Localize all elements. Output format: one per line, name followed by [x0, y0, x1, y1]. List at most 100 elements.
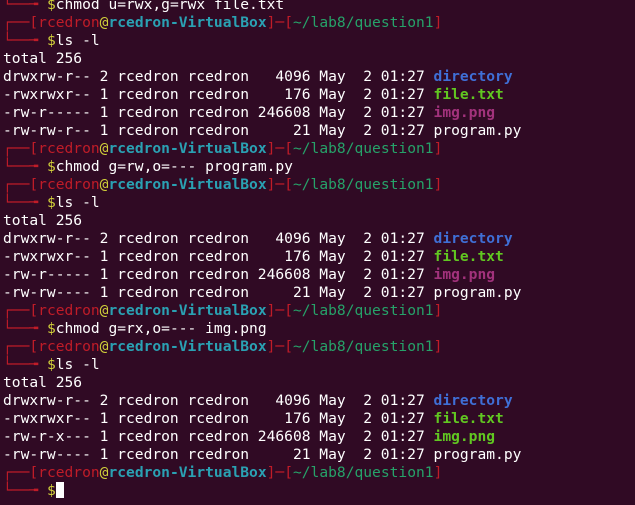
ls-row: drwxrw-r-- 2 rcedron rcedron 4096 May 2 … — [3, 68, 635, 86]
ls-total-line: total 256 — [3, 212, 635, 230]
prompt-command-line: └──╼ $chmod g=rw,o=--- program.py — [3, 158, 635, 176]
ls-file-name: directory — [433, 230, 513, 247]
prompt-dollar: $ — [46, 0, 56, 13]
prompt-bracket: ]─[ — [266, 338, 293, 355]
ls-row: -rwxrwxr-- 1 rcedron rcedron 176 May 2 0… — [3, 86, 635, 104]
prompt-arrow: └──╼ — [3, 356, 47, 373]
ls-file-name: img.png — [433, 428, 496, 445]
ls-file-name: program.py — [433, 446, 522, 463]
ls-file-name: file.txt — [433, 248, 504, 265]
command-text: ls -l — [55, 32, 100, 49]
command-text: chmod u=rwx,g=rwx file.txt — [55, 0, 285, 13]
prompt-command-line: └──╼ $chmod g=rx,o=--- img.png — [3, 320, 635, 338]
prompt-dollar: $ — [46, 320, 56, 337]
ls-row: drwxrw-r-- 2 rcedron rcedron 4096 May 2 … — [3, 392, 635, 410]
prompt-bracket: ┌──[ — [3, 14, 39, 31]
command-text: ls -l — [55, 194, 100, 211]
prompt-host: rcedron-VirtualBox — [108, 14, 267, 31]
prompt-bracket: ] — [433, 302, 443, 319]
prompt-user: rcedron — [38, 338, 100, 355]
prompt-bracket: ┌──[ — [3, 338, 39, 355]
ls-total-line: total 256 — [3, 374, 635, 392]
ls-row-meta: -rwxrwxr-- 1 rcedron rcedron 176 May 2 0… — [3, 410, 434, 427]
ls-row-meta: -rw-rw---- 1 rcedron rcedron 21 May 2 01… — [3, 446, 434, 463]
prompt-user: rcedron — [38, 176, 100, 193]
prompt-bracket: ]─[ — [266, 14, 293, 31]
ls-total-line: total 256 — [3, 50, 635, 68]
prompt-top-line: ┌──[rcedron@rcedron-VirtualBox]─[~/lab8/… — [3, 176, 635, 194]
ls-row: -rwxrwxr-- 1 rcedron rcedron 176 May 2 0… — [3, 248, 635, 266]
prompt-host: rcedron-VirtualBox — [108, 140, 267, 157]
command-text: chmod g=rx,o=--- img.png — [55, 320, 267, 337]
ls-file-name: file.txt — [433, 410, 504, 427]
prompt-dollar: $ — [46, 194, 56, 211]
prompt-user: rcedron — [38, 302, 100, 319]
ls-row: -rw-r----- 1 rcedron rcedron 246608 May … — [3, 266, 635, 284]
prompt-bracket: ] — [433, 140, 443, 157]
prompt-arrow: └──╼ — [3, 0, 47, 13]
prompt-bracket: ]─[ — [266, 140, 293, 157]
ls-row-meta: drwxrw-r-- 2 rcedron rcedron 4096 May 2 … — [3, 230, 434, 247]
prompt-top-line: ┌──[rcedron@rcedron-VirtualBox]─[~/lab8/… — [3, 302, 635, 320]
prompt-dollar: $ — [46, 482, 56, 499]
prompt-path: ~/lab8/question1 — [292, 14, 434, 31]
prompt-bracket: ] — [433, 464, 443, 481]
prompt-command-line: └──╼ $ls -l — [3, 32, 635, 50]
prompt-top-line: ┌──[rcedron@rcedron-VirtualBox]─[~/lab8/… — [3, 464, 635, 482]
command-text: chmod g=rw,o=--- program.py — [55, 158, 293, 175]
ls-file-name: file.txt — [433, 86, 504, 103]
ls-row-meta: -rwxrwxr-- 1 rcedron rcedron 176 May 2 0… — [3, 86, 434, 103]
prompt-path: ~/lab8/question1 — [292, 464, 434, 481]
prompt-path: ~/lab8/question1 — [292, 302, 434, 319]
ls-total: total 256 — [3, 374, 83, 391]
ls-total: total 256 — [3, 50, 83, 67]
prompt-bracket: ]─[ — [266, 302, 293, 319]
prompt-bracket: ]─[ — [266, 464, 293, 481]
prompt-dollar: $ — [46, 356, 56, 373]
ls-row: -rw-r----- 1 rcedron rcedron 246608 May … — [3, 104, 635, 122]
ls-file-name: directory — [433, 68, 513, 85]
prompt-host: rcedron-VirtualBox — [108, 338, 267, 355]
ls-row-meta: drwxrw-r-- 2 rcedron rcedron 4096 May 2 … — [3, 68, 434, 85]
ls-row: -rw-r-x--- 1 rcedron rcedron 246608 May … — [3, 428, 635, 446]
prompt-arrow: └──╼ — [3, 32, 47, 49]
prompt-command-line: └──╼ $ls -l — [3, 194, 635, 212]
prompt-path: ~/lab8/question1 — [292, 176, 434, 193]
prompt-user: rcedron — [38, 140, 100, 157]
prompt-path: ~/lab8/question1 — [292, 140, 434, 157]
ls-file-name: program.py — [433, 122, 522, 139]
prompt-bracket: ┌──[ — [3, 176, 39, 193]
prompt-top-line: ┌──[rcedron@rcedron-VirtualBox]─[~/lab8/… — [3, 140, 635, 158]
prompt-user: rcedron — [38, 14, 100, 31]
terminal-output[interactable]: └──╼ $chmod u=rwx,g=rwx file.txt ┌──[rced… — [3, 0, 635, 500]
ls-row: -rw-rw---- 1 rcedron rcedron 21 May 2 01… — [3, 284, 635, 302]
ls-row: -rw-rw---- 1 rcedron rcedron 21 May 2 01… — [3, 446, 635, 464]
ls-row-meta: -rw-rw---- 1 rcedron rcedron 21 May 2 01… — [3, 284, 434, 301]
prompt-top-line: ┌──[rcedron@rcedron-VirtualBox]─[~/lab8/… — [3, 338, 635, 356]
ls-file-name: directory — [433, 392, 513, 409]
prompt-host: rcedron-VirtualBox — [108, 176, 267, 193]
ls-row-meta: -rw-r----- 1 rcedron rcedron 246608 May … — [3, 104, 434, 121]
prompt-host: rcedron-VirtualBox — [108, 302, 267, 319]
command-text: ls -l — [55, 356, 100, 373]
prompt-dollar: $ — [46, 158, 56, 175]
prompt-bracket: ] — [433, 338, 443, 355]
prompt-top-line: ┌──[rcedron@rcedron-VirtualBox]─[~/lab8/… — [3, 14, 635, 32]
prompt-host: rcedron-VirtualBox — [108, 464, 267, 481]
text-cursor[interactable] — [55, 482, 64, 498]
ls-file-name: img.png — [433, 266, 496, 283]
prompt-path: ~/lab8/question1 — [292, 338, 434, 355]
ls-total: total 256 — [3, 212, 83, 229]
ls-row: -rw-rw-r-- 1 rcedron rcedron 21 May 2 01… — [3, 122, 635, 140]
prompt-bracket: ┌──[ — [3, 140, 39, 157]
ls-row-meta: -rw-r-x--- 1 rcedron rcedron 246608 May … — [3, 428, 434, 445]
ls-file-name: program.py — [433, 284, 522, 301]
prompt-user: rcedron — [38, 464, 100, 481]
ls-row-meta: -rw-r----- 1 rcedron rcedron 246608 May … — [3, 266, 434, 283]
ls-row-meta: drwxrw-r-- 2 rcedron rcedron 4096 May 2 … — [3, 392, 434, 409]
ls-row: -rwxrwxr-- 1 rcedron rcedron 176 May 2 0… — [3, 410, 635, 428]
ls-row: drwxrw-r-- 2 rcedron rcedron 4096 May 2 … — [3, 230, 635, 248]
prompt-bracket: ] — [433, 176, 443, 193]
ls-row-meta: -rw-rw-r-- 1 rcedron rcedron 21 May 2 01… — [3, 122, 434, 139]
prompt-bracket: ┌──[ — [3, 464, 39, 481]
